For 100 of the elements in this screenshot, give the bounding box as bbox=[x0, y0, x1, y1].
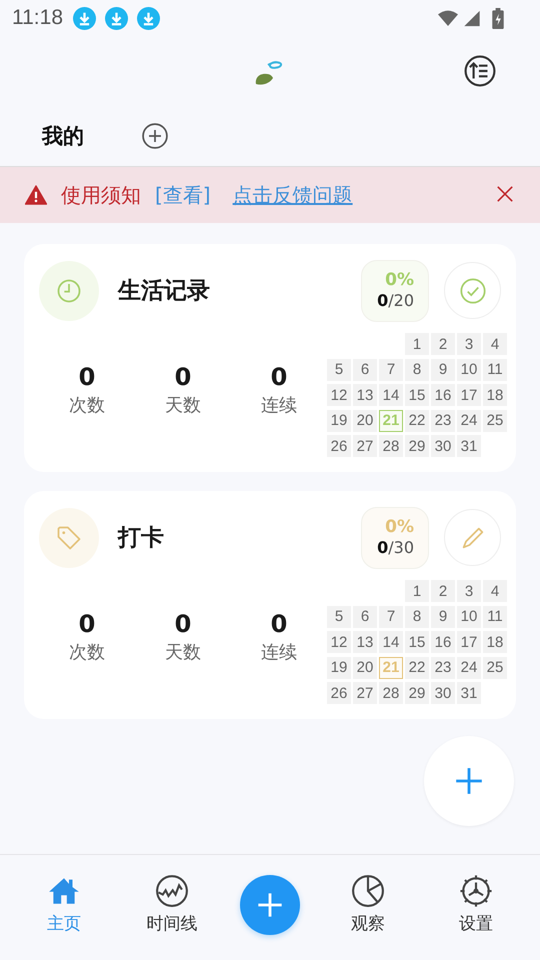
calendar-day: 13 bbox=[353, 631, 377, 653]
calendar-day: 29 bbox=[405, 435, 429, 457]
edit-button[interactable] bbox=[444, 509, 501, 566]
stat-label: 连续 bbox=[261, 394, 297, 417]
calendar-day: 28 bbox=[379, 435, 403, 457]
signal-icon bbox=[462, 10, 482, 26]
calendar-day: 13 bbox=[353, 384, 377, 406]
calendar-day: 12 bbox=[327, 631, 351, 653]
calendar-day: 4 bbox=[483, 333, 507, 355]
calendar-day: 25 bbox=[483, 656, 507, 678]
calendar-day: 6 bbox=[353, 358, 377, 380]
calendar-day: 22 bbox=[405, 410, 429, 432]
sort-button[interactable] bbox=[464, 54, 496, 86]
calendar-day: 22 bbox=[405, 656, 429, 678]
battery-icon bbox=[492, 8, 504, 28]
habit-card[interactable]: 生活记录 0% 0/20 0 次数 0 天数 0 连续 1 2 3 4 5 6 7 8 9 10 11 12 13 14 15 16 17 18 19 20 21 22 23 24 25 26 27 28 29 30 31 bbox=[24, 244, 516, 472]
calendar-day: 8 bbox=[405, 358, 429, 380]
check-icon bbox=[458, 276, 486, 304]
sort-icon bbox=[464, 54, 496, 86]
calendar-day: 20 bbox=[353, 410, 377, 432]
stat-label: 天数 bbox=[165, 641, 201, 664]
habit-card[interactable]: 打卡 0% 0/30 0 次数 0 天数 0 连续 1 2 3 4 5 6 7 8 9 10 11 12 13 14 15 16 17 18 19 20 21 22 23 24 25 26 27 28 29 30 31 bbox=[24, 491, 516, 719]
nav-tab[interactable]: 观察 bbox=[328, 874, 408, 935]
download-icon bbox=[105, 6, 128, 30]
add-button[interactable] bbox=[240, 874, 300, 934]
calendar-day: 31 bbox=[457, 435, 481, 457]
calendar-day: 14 bbox=[379, 384, 403, 406]
add-tab-button[interactable] bbox=[142, 122, 168, 148]
calendar-day: 3 bbox=[457, 333, 481, 355]
pie-chart-icon bbox=[351, 874, 385, 908]
clock-icon bbox=[55, 276, 83, 304]
calendar-day: 9 bbox=[431, 606, 455, 628]
calendar-day: 27 bbox=[353, 435, 377, 457]
calendar-day: 28 bbox=[379, 682, 403, 704]
stat-value: 0 bbox=[78, 363, 96, 391]
calendar-day: 1 bbox=[405, 333, 429, 355]
calendar-day: 3 bbox=[457, 580, 481, 602]
notice-text: 使用须知 bbox=[61, 182, 141, 208]
plus-icon bbox=[455, 767, 483, 795]
progress-count: 0/20 bbox=[377, 290, 414, 312]
tab[interactable]: 我的 bbox=[42, 122, 84, 150]
close-icon bbox=[496, 185, 514, 203]
calendar-day: 16 bbox=[431, 384, 455, 406]
calendar-day: 11 bbox=[483, 358, 507, 380]
nav-tab[interactable]: 时间线 bbox=[132, 874, 212, 935]
percent-text: 0% bbox=[385, 516, 414, 536]
calendar-day: 23 bbox=[431, 410, 455, 432]
stat-label: 次数 bbox=[69, 394, 105, 417]
stat-value: 0 bbox=[174, 610, 192, 638]
calendar-day: 8 bbox=[405, 606, 429, 628]
calendar-day: 20 bbox=[353, 656, 377, 678]
calendar-day: 23 bbox=[431, 656, 455, 678]
calendar-day: 29 bbox=[405, 682, 429, 704]
stat-label: 天数 bbox=[165, 394, 201, 417]
line-chart-icon bbox=[155, 874, 189, 908]
calendar-day: 18 bbox=[483, 384, 507, 406]
calendar-day: 5 bbox=[327, 606, 351, 628]
calendar-day: 10 bbox=[457, 606, 481, 628]
calendar-day: 4 bbox=[483, 580, 507, 602]
calendar-day: 2 bbox=[431, 333, 455, 355]
calendar-day: 27 bbox=[353, 682, 377, 704]
wifi-icon bbox=[438, 10, 458, 26]
stat-label: 次数 bbox=[69, 641, 105, 664]
calendar-day: 7 bbox=[379, 606, 403, 628]
calendar-day: 9 bbox=[431, 358, 455, 380]
stat-label: 连续 bbox=[261, 641, 297, 664]
tag-icon bbox=[55, 524, 83, 552]
calendar-day: 26 bbox=[327, 682, 351, 704]
calendar-day: 15 bbox=[405, 631, 429, 653]
card-title: 生活记录 bbox=[118, 277, 211, 306]
clock-time: 11:18 bbox=[12, 6, 63, 30]
gear-icon bbox=[459, 874, 493, 908]
stat-value: 0 bbox=[270, 363, 288, 391]
add-icon bbox=[142, 122, 168, 148]
calendar-day: 6 bbox=[353, 606, 377, 628]
nav-tab[interactable]: 设置 bbox=[436, 874, 516, 935]
download-icon bbox=[73, 6, 96, 30]
percent-text: 0% bbox=[385, 270, 414, 290]
calendar-day: 31 bbox=[457, 682, 481, 704]
calendar-day: 17 bbox=[457, 384, 481, 406]
calendar-day: 2 bbox=[431, 580, 455, 602]
calendar-day: 14 bbox=[379, 631, 403, 653]
calendar-day: 7 bbox=[379, 358, 403, 380]
today-cell: 21 bbox=[379, 410, 403, 432]
stat-value: 0 bbox=[174, 363, 192, 391]
calendar-day: 15 bbox=[405, 384, 429, 406]
calendar-day: 1 bbox=[405, 580, 429, 602]
calendar-day: 19 bbox=[327, 410, 351, 432]
calendar-day: 16 bbox=[431, 631, 455, 653]
calendar-day: 12 bbox=[327, 384, 351, 406]
calendar-day: 26 bbox=[327, 435, 351, 457]
download-icon bbox=[137, 6, 160, 30]
card-title: 打卡 bbox=[118, 524, 165, 553]
calendar-day: 11 bbox=[483, 606, 507, 628]
calendar-day: 5 bbox=[327, 358, 351, 380]
progress-count: 0/30 bbox=[377, 536, 414, 558]
calendar-day: 10 bbox=[457, 358, 481, 380]
calendar-day: 19 bbox=[327, 656, 351, 678]
warning-icon bbox=[25, 185, 47, 205]
check-button[interactable] bbox=[444, 262, 501, 319]
